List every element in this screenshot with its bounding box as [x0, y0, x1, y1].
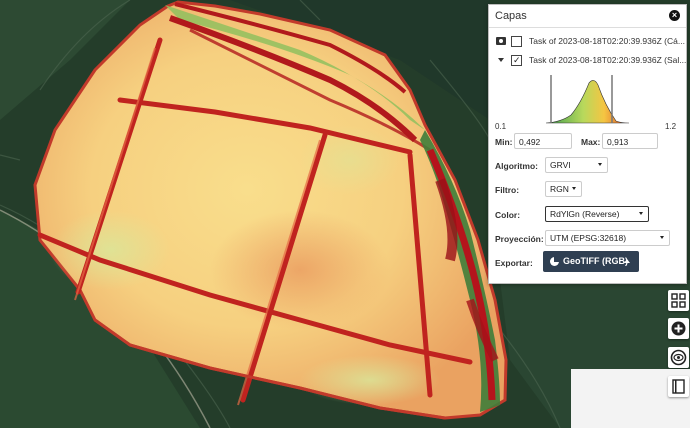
- export-geotiff-button[interactable]: GeoTIFF (RGB): [543, 251, 639, 272]
- download-icon: [550, 257, 559, 266]
- layers-panel: Capas × Task of 2023-08-18T02:20:39.936Z…: [488, 4, 687, 284]
- export-label: Exportar:: [495, 258, 533, 268]
- caret-up-icon: [624, 259, 630, 263]
- layer-2-name[interactable]: Task of 2023-08-18T02:20:39.936Z (Sal...: [529, 52, 686, 68]
- grid-icon: [671, 293, 686, 308]
- min-label: Min:: [495, 137, 513, 147]
- layer-1-name[interactable]: Task of 2023-08-18T02:20:39.936Z (Cá...: [529, 33, 685, 49]
- histogram-min-label: 0.1: [495, 122, 507, 131]
- add-button[interactable]: [668, 318, 689, 339]
- filter-value: RGN: [550, 184, 569, 194]
- view-button[interactable]: [668, 347, 689, 368]
- grid-button[interactable]: [668, 290, 689, 311]
- add-icon: [671, 321, 686, 336]
- layer-row-2[interactable]: Task of 2023-08-18T02:20:39.936Z (Sal...: [489, 52, 686, 68]
- close-icon[interactable]: ×: [669, 10, 680, 21]
- histogram[interactable]: [541, 75, 636, 127]
- projection-label: Proyección:: [495, 234, 544, 244]
- max-input[interactable]: 0,913: [602, 133, 658, 149]
- chevron-down-icon: [639, 212, 643, 215]
- filter-label: Filtro:: [495, 185, 520, 195]
- min-input[interactable]: 0,492: [514, 133, 572, 149]
- algorithm-value: GRVI: [550, 160, 571, 170]
- panel-title: Capas: [495, 10, 527, 22]
- expand-icon[interactable]: [498, 58, 504, 62]
- color-value: RdYlGn (Reverse): [550, 209, 620, 219]
- chevron-down-icon: [598, 163, 602, 166]
- eye-icon: [670, 349, 687, 366]
- book-button[interactable]: [668, 376, 689, 397]
- filter-select[interactable]: RGN: [545, 181, 582, 197]
- panel-header: Capas ×: [489, 5, 686, 28]
- layer-row-1[interactable]: Task of 2023-08-18T02:20:39.936Z (Cá...: [489, 33, 686, 49]
- max-label: Max:: [581, 137, 601, 147]
- projection-value: UTM (EPSG:32618): [550, 233, 627, 243]
- color-select[interactable]: RdYlGn (Reverse): [545, 206, 649, 222]
- export-button-label: GeoTIFF (RGB): [563, 256, 628, 266]
- algorithm-label: Algoritmo:: [495, 161, 538, 171]
- algorithm-select[interactable]: GRVI: [545, 157, 608, 173]
- camera-icon[interactable]: [496, 37, 506, 45]
- layer-2-checkbox[interactable]: [511, 52, 522, 68]
- book-icon: [672, 379, 685, 394]
- color-label: Color:: [495, 210, 521, 220]
- layer-1-checkbox[interactable]: [511, 36, 522, 47]
- histogram-max-label: 1.2: [665, 122, 677, 131]
- projection-select[interactable]: UTM (EPSG:32618): [545, 230, 670, 246]
- chevron-down-icon: [572, 187, 576, 190]
- chevron-down-icon: [660, 236, 664, 239]
